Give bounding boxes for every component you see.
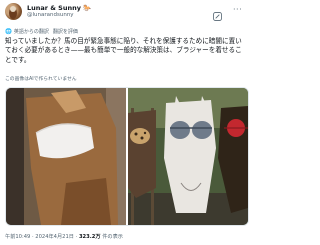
- author-display-name[interactable]: Lunar & Sunny 🐎: [27, 4, 91, 12]
- grok-icon[interactable]: [213, 6, 222, 21]
- media-photo-right[interactable]: [128, 88, 248, 225]
- rate-translation-link[interactable]: 翻訳を評価: [53, 29, 78, 35]
- footer-separator: ·: [75, 234, 78, 240]
- tweet-text: 知っていましたか？馬の目が緊急事態に陥り、それを保護するために暗闇に置いておく必…: [5, 37, 242, 64]
- author-handle[interactable]: @lunarandsunny: [27, 12, 74, 18]
- tweet-date[interactable]: 2024年4月21日: [35, 234, 74, 240]
- tweet-header: Lunar & Sunny 🐎 @lunarandsunny ···: [0, 0, 250, 22]
- tweet-time[interactable]: 午前10:49: [5, 234, 30, 240]
- media-photo-left[interactable]: [6, 88, 126, 225]
- view-count: 323.2万: [78, 234, 101, 240]
- ai-note: この画像はAIで作られていません: [5, 77, 77, 82]
- globe-icon: 🌐: [5, 29, 12, 35]
- more-icon[interactable]: ···: [233, 5, 242, 14]
- avatar[interactable]: [5, 3, 22, 20]
- tweet-media[interactable]: [5, 87, 249, 226]
- footer-separator: ·: [31, 234, 34, 240]
- translation-label: 英語からの翻訳: [13, 29, 49, 35]
- translation-bar: 🌐 英語からの翻訳 翻訳を評価: [5, 28, 78, 35]
- view-label: 件の表示: [102, 234, 123, 240]
- tweet-footer: 午前10:49 · 2024年4月21日 · 323.2万 件の表示: [5, 233, 123, 240]
